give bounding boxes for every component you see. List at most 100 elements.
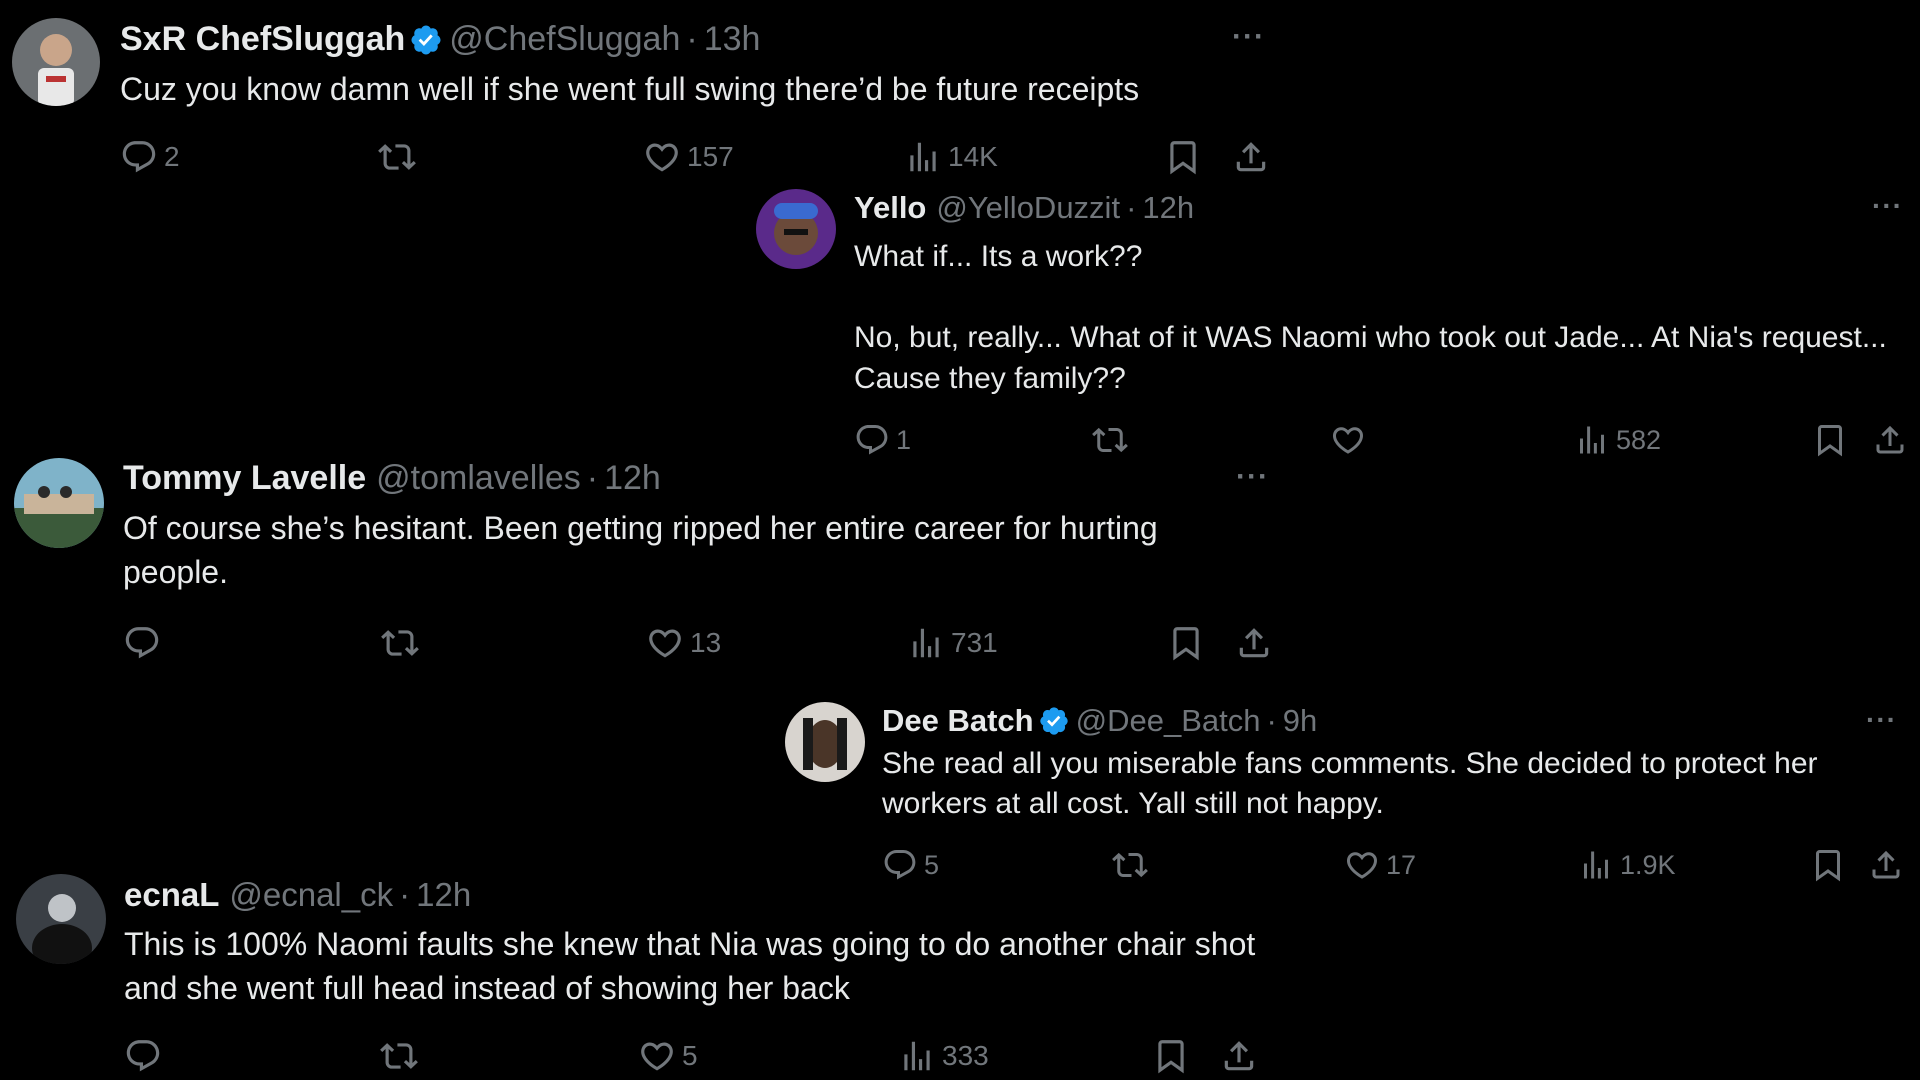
more-options-icon[interactable]: ···: [1866, 704, 1897, 736]
like-button[interactable]: [1330, 422, 1372, 458]
separator-dot: ·: [1266, 703, 1277, 738]
view-count: 333: [942, 1040, 989, 1071]
tweet-paragraph: What if... Its a work??: [854, 240, 1143, 273]
more-options-icon[interactable]: ···: [1872, 190, 1903, 222]
bookmark-button[interactable]: [1167, 624, 1205, 662]
display-name[interactable]: Yello: [854, 190, 926, 226]
tweet-actions: 5 333: [124, 1037, 1264, 1077]
handle[interactable]: @ecnal_ck: [229, 876, 393, 914]
tweet-header: Dee Batch @Dee_Batch · 9h: [882, 703, 1317, 739]
bookmark-button[interactable]: [1810, 847, 1846, 883]
bookmark-button[interactable]: [1812, 422, 1848, 458]
reply-button[interactable]: [123, 624, 167, 662]
heart-icon: [638, 1037, 676, 1075]
repost-button[interactable]: [1092, 422, 1128, 458]
tweet-paragraph: This is 100% Naomi faults she knew that …: [124, 926, 1256, 1006]
bookmark-button[interactable]: [1164, 138, 1202, 176]
timestamp[interactable]: 12h: [1142, 190, 1194, 226]
more-options-icon[interactable]: ···: [1232, 20, 1265, 54]
tweet-paragraph: Of course she’s hesitant. Been getting r…: [123, 510, 1158, 590]
like-button[interactable]: 13: [646, 624, 721, 662]
separator-dot: ·: [686, 20, 698, 58]
tweet-actions: 1 582: [854, 422, 1904, 462]
separator-dot: ·: [1126, 190, 1137, 225]
handle[interactable]: @ChefSluggah: [449, 20, 680, 59]
avatar[interactable]: [756, 189, 836, 269]
reply-button[interactable]: 5: [882, 847, 939, 883]
tweet-header: Tommy Lavelle @tomlavelles · 12h: [123, 459, 661, 498]
reply-button[interactable]: [124, 1037, 168, 1075]
views-button[interactable]: 333: [898, 1037, 989, 1075]
separator-dot: ·: [586, 459, 599, 497]
display-name[interactable]: Dee Batch: [882, 703, 1034, 739]
display-name[interactable]: Tommy Lavelle: [123, 459, 366, 498]
handle[interactable]: @Dee_Batch: [1076, 703, 1261, 739]
reply-icon: [123, 624, 161, 662]
repost-button[interactable]: [380, 1037, 418, 1075]
repost-button[interactable]: [381, 624, 419, 662]
views-icon: [904, 138, 942, 176]
like-count: 13: [690, 627, 722, 658]
heart-icon: [646, 624, 684, 662]
bookmark-icon: [1167, 624, 1205, 662]
view-count: 14K: [948, 141, 998, 172]
display-name[interactable]: ecnaL: [124, 876, 219, 914]
timestamp[interactable]: 13h: [704, 20, 761, 59]
like-button[interactable]: 17: [1344, 847, 1416, 883]
like-count: 157: [687, 141, 734, 172]
tweet-header: Yello @YelloDuzzit · 12h: [854, 190, 1194, 226]
heart-icon: [1344, 847, 1380, 883]
share-icon: [1232, 138, 1270, 176]
views-button[interactable]: 1.9K: [1578, 847, 1676, 883]
tweet-text: This is 100% Naomi faults she knew that …: [124, 922, 1264, 1010]
repost-button[interactable]: [378, 138, 416, 176]
avatar[interactable]: [785, 702, 865, 782]
tweet-header: SxR ChefSluggah @ChefSluggah · 13h: [120, 20, 760, 59]
views-button[interactable]: 582: [1574, 422, 1661, 458]
tweet-text: Cuz you know damn well if she went full …: [120, 68, 1240, 110]
more-options-icon[interactable]: ···: [1236, 460, 1269, 494]
like-button[interactable]: 5: [638, 1037, 698, 1075]
reply-icon: [124, 1037, 162, 1075]
handle[interactable]: @tomlavelles: [376, 459, 581, 498]
tweet-text: She read all you miserable fans comments…: [882, 744, 1892, 824]
views-button[interactable]: 14K: [904, 138, 998, 176]
tweet-paragraph: No, but, really... What of it WAS Naomi …: [854, 321, 1887, 395]
share-button[interactable]: [1232, 138, 1270, 176]
avatar[interactable]: [16, 874, 106, 964]
repost-icon: [381, 624, 419, 662]
avatar[interactable]: [12, 18, 100, 106]
timestamp[interactable]: 12h: [604, 459, 661, 498]
handle[interactable]: @YelloDuzzit: [936, 190, 1120, 226]
verified-badge-icon: [409, 23, 443, 57]
share-icon: [1872, 422, 1908, 458]
display-name[interactable]: SxR ChefSluggah: [120, 20, 405, 59]
like-button[interactable]: 157: [643, 138, 734, 176]
views-button[interactable]: 731: [907, 624, 998, 662]
share-button[interactable]: [1235, 624, 1273, 662]
share-button[interactable]: [1220, 1037, 1258, 1075]
share-button[interactable]: [1872, 422, 1908, 458]
like-count: 5: [682, 1040, 698, 1071]
timestamp[interactable]: 12h: [416, 876, 471, 914]
like-count: 17: [1386, 849, 1417, 880]
share-button[interactable]: [1868, 847, 1904, 883]
share-icon: [1235, 624, 1273, 662]
reply-count: 2: [164, 141, 180, 172]
repost-button[interactable]: [1112, 847, 1148, 883]
view-count: 731: [951, 627, 998, 658]
tweet-header: ecnaL @ecnal_ck · 12h: [124, 876, 471, 914]
repost-icon: [1092, 422, 1128, 458]
reply-button[interactable]: 1: [854, 422, 911, 458]
views-icon: [907, 624, 945, 662]
bookmark-icon: [1152, 1037, 1190, 1075]
avatar[interactable]: [14, 458, 104, 548]
view-count: 1.9K: [1620, 849, 1676, 880]
reply-button[interactable]: 2: [120, 138, 180, 176]
timestamp[interactable]: 9h: [1283, 703, 1317, 739]
views-icon: [898, 1037, 936, 1075]
bookmark-button[interactable]: [1152, 1037, 1190, 1075]
share-icon: [1868, 847, 1904, 883]
views-icon: [1578, 847, 1614, 883]
views-icon: [1574, 422, 1610, 458]
